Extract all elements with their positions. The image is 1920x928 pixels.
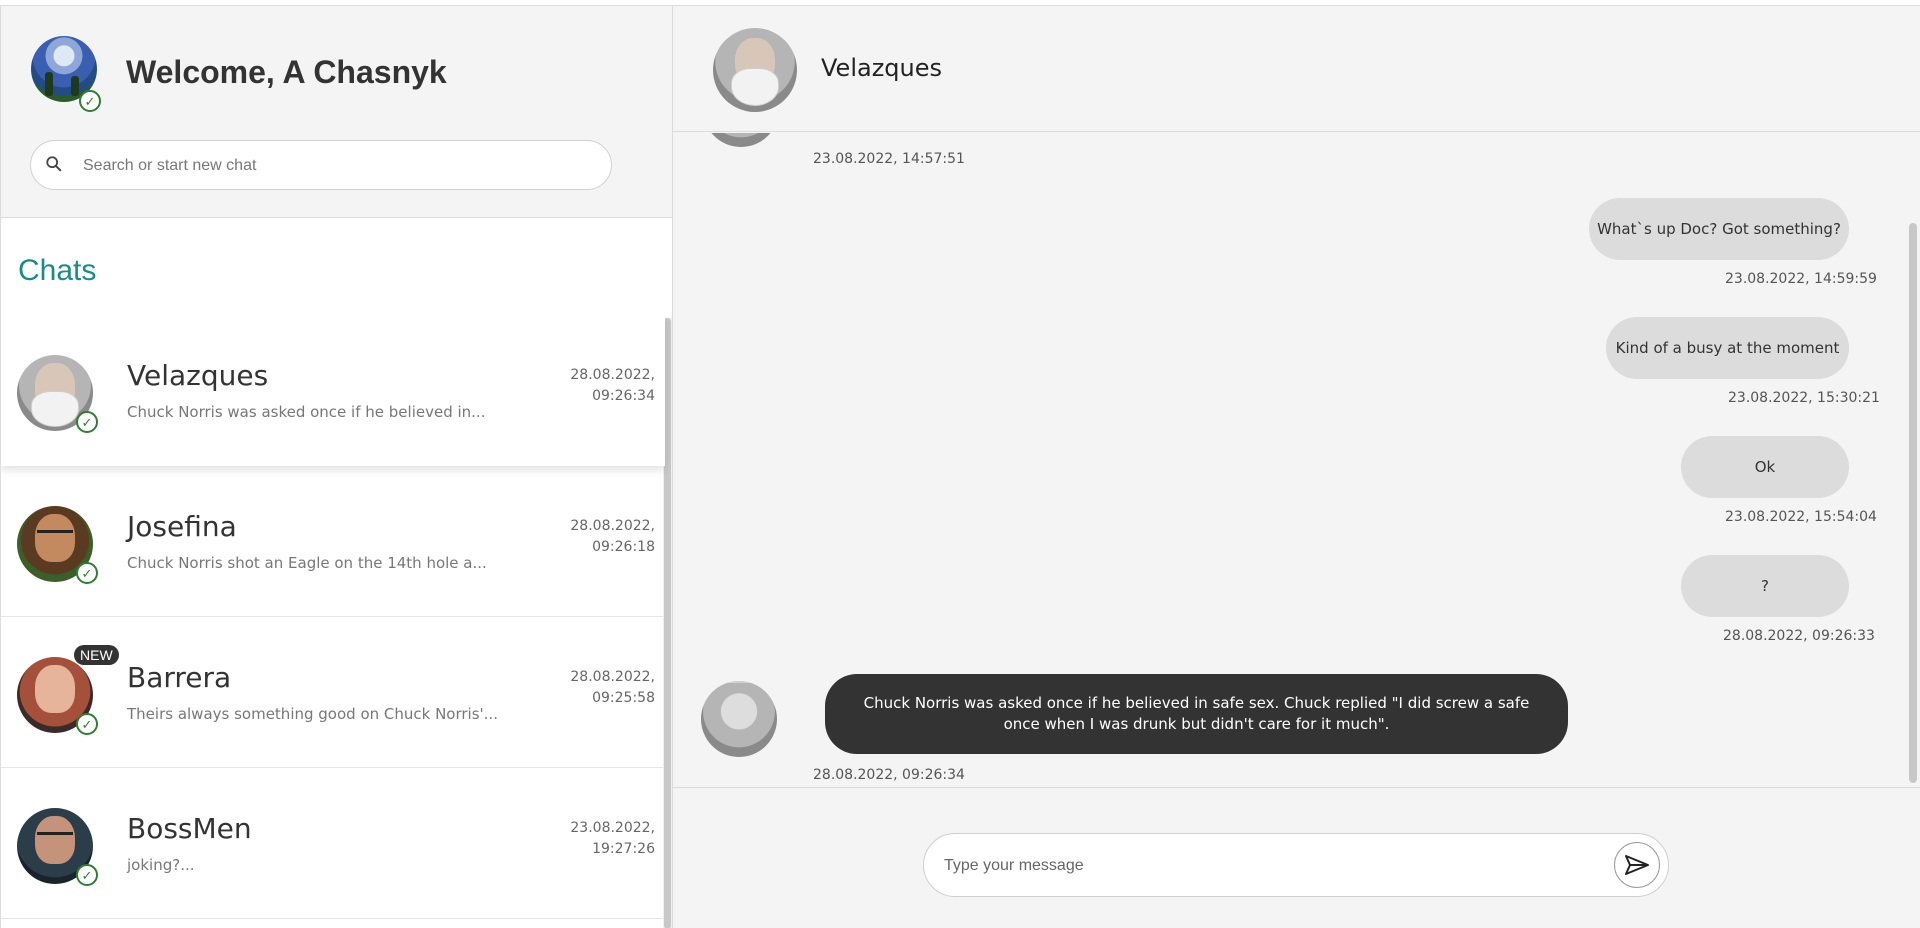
message-timestamp: 23.08.2022, 15:30:21 (1728, 390, 1880, 406)
chat-list-item-barrera[interactable]: NEW ✓ Barrera Theirs always something go… (1, 617, 665, 768)
beard-graphic (731, 68, 779, 106)
face-graphic (35, 816, 75, 864)
message-timestamp: 28.08.2022, 09:26:33 (1723, 628, 1875, 644)
chat-list-item-bossmen[interactable]: ✓ BossMen joking?... 23.08.2022, 19:27:2… (1, 768, 665, 919)
chat-list-item-velazques[interactable]: ✓ Velazques Chuck Norris was asked once … (1, 315, 665, 466)
face-graphic (35, 514, 75, 562)
send-button[interactable] (1614, 842, 1660, 888)
message-composer[interactable] (923, 833, 1669, 897)
contact-name: Velazques (821, 54, 943, 82)
send-icon (1625, 855, 1649, 875)
chat-preview: Theirs always something good on Chuck No… (127, 705, 498, 723)
chat-preview: Chuck Norris was asked once if he believ… (127, 403, 486, 421)
chat-time: 09:26:34 (592, 388, 655, 404)
outgoing-message: ? (1681, 555, 1849, 617)
online-status-icon: ✓ (76, 562, 98, 584)
outgoing-message: Ok (1681, 436, 1849, 498)
chat-preview: joking?... (127, 856, 195, 874)
incoming-message: Chuck Norris was asked once if he believ… (825, 674, 1568, 754)
sunglasses-graphic (37, 530, 73, 538)
chat-timestamp: 28.08.2022, 09:26:34 (545, 365, 655, 407)
search-icon (46, 156, 62, 172)
outgoing-message: Kind of a busy at the moment (1606, 317, 1849, 379)
chats-heading: Chats (18, 254, 97, 287)
chat-list: ✓ Velazques Chuck Norris was asked once … (1, 315, 672, 928)
beard-graphic (31, 391, 79, 427)
chat-list-item-josefina[interactable]: ✓ Josefina Chuck Norris shot an Eagle on… (1, 466, 665, 617)
chat-name: BossMen (127, 812, 252, 845)
outgoing-message: What`s up Doc? Got something? (1589, 198, 1849, 260)
contact-avatar (703, 133, 779, 147)
welcome-title: Welcome, A Chasnyk (126, 54, 447, 90)
beard-graphic (701, 681, 777, 683)
chat-timestamp: 23.08.2022, 19:27:26 (545, 818, 655, 860)
chat-name: Velazques (127, 359, 269, 392)
message-list: 23.08.2022, 14:57:51 What`s up Doc? Got … (673, 133, 1920, 787)
contact-avatar[interactable] (713, 28, 797, 112)
sidebar-header: ✓ Welcome, A Chasnyk (1, 6, 672, 218)
chat-app: ✓ Welcome, A Chasnyk Chats ✓ Velazques (0, 0, 1920, 928)
message-timestamp: 23.08.2022, 14:57:51 (813, 151, 965, 167)
chat-timestamp: 28.08.2022, 09:25:58 (545, 667, 655, 709)
message-timestamp: 28.08.2022, 09:26:34 (813, 767, 965, 783)
chat-time: 09:25:58 (592, 690, 655, 706)
sidebar: ✓ Welcome, A Chasnyk Chats ✓ Velazques (0, 5, 673, 928)
search-input[interactable] (83, 151, 583, 181)
new-message-badge: NEW (74, 645, 119, 665)
conversation-header: Velazques (673, 6, 1920, 132)
chat-preview: Chuck Norris shot an Eagle on the 14th h… (127, 554, 487, 572)
online-status-icon: ✓ (76, 864, 98, 886)
chat-date: 23.08.2022, (570, 820, 655, 836)
online-status-icon: ✓ (76, 411, 98, 433)
chat-time: 09:26:18 (592, 539, 655, 555)
palm-tree-graphic (45, 72, 53, 96)
sunglasses-graphic (37, 832, 73, 840)
online-status-icon: ✓ (79, 90, 101, 112)
message-timestamp: 23.08.2022, 15:54:04 (1725, 509, 1877, 525)
chat-name: Barrera (127, 661, 232, 694)
chat-date: 28.08.2022, (570, 518, 655, 534)
online-status-icon: ✓ (76, 713, 98, 735)
palm-tree-graphic (71, 76, 79, 96)
message-input[interactable] (944, 850, 1584, 882)
conversation-panel: Velazques 23.08.2022, 14:57:51 What`s up… (673, 5, 1920, 928)
chat-time: 19:27:26 (592, 841, 655, 857)
chat-date: 28.08.2022, (570, 669, 655, 685)
scrollbar-thumb[interactable] (664, 318, 671, 928)
composer-bar (673, 787, 1920, 928)
messages-scrollbar[interactable] (1909, 223, 1917, 783)
chat-name: Josefina (127, 510, 237, 543)
chat-date: 28.08.2022, (570, 367, 655, 383)
message-timestamp: 23.08.2022, 14:59:59 (1725, 271, 1877, 287)
contact-avatar (701, 681, 777, 757)
face-graphic (35, 665, 75, 713)
chat-timestamp: 28.08.2022, 09:26:18 (545, 516, 655, 558)
search-bar[interactable] (30, 140, 612, 190)
